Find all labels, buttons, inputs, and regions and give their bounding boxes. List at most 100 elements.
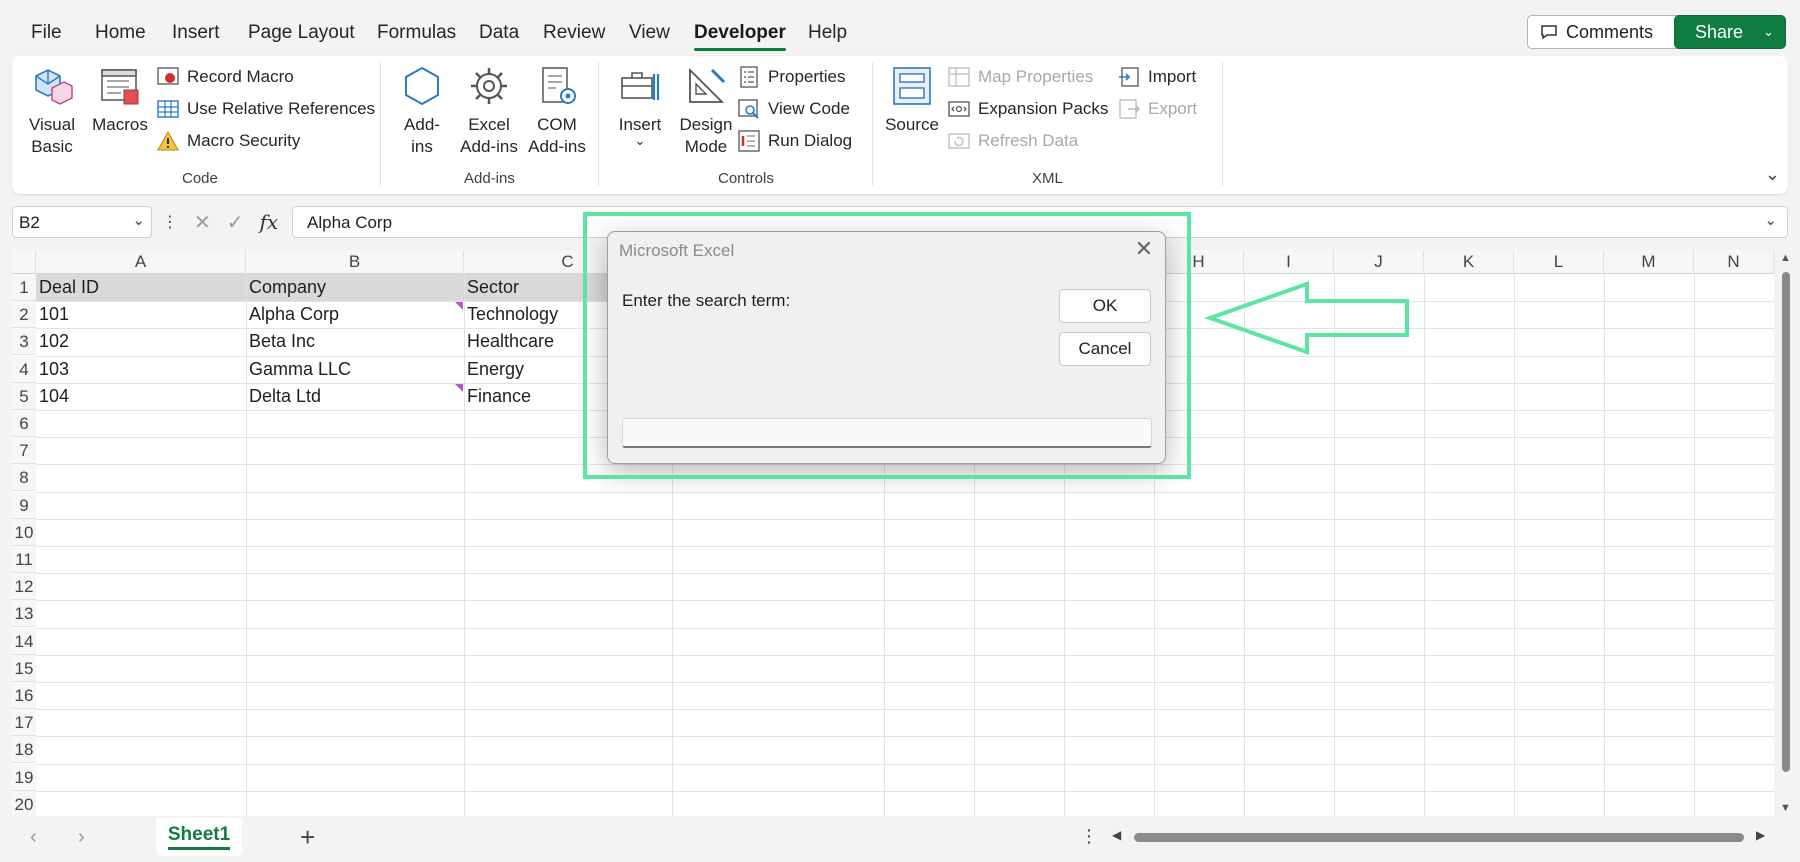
row-header-6[interactable]: 6 <box>12 410 36 437</box>
row-header-4[interactable]: 4 <box>12 355 36 383</box>
share-button[interactable]: Share ⌄ <box>1674 15 1786 49</box>
scroll-down-icon[interactable]: ▼ <box>1780 802 1791 814</box>
sheet-tab-sheet1[interactable]: Sheet1 <box>156 818 242 856</box>
run-dialog-button[interactable]: Run Dialog <box>738 130 852 152</box>
row-header-20[interactable]: 20 <box>12 790 36 816</box>
vertical-scroll-thumb[interactable] <box>1782 272 1790 772</box>
row-header-7[interactable]: 7 <box>12 437 36 465</box>
design-mode-button[interactable]: Design Mode <box>676 64 736 158</box>
more-options-icon[interactable]: ⋮ <box>1080 826 1098 847</box>
column-header-l[interactable]: L <box>1514 250 1604 274</box>
menu-file[interactable]: File <box>31 22 62 44</box>
visual-basic-button[interactable]: Visual Basic <box>26 64 78 158</box>
table-cell[interactable]: 103 <box>36 356 246 383</box>
menu-page-layout[interactable]: Page Layout <box>248 22 355 44</box>
row-header-2[interactable]: 2 <box>12 301 36 329</box>
menu-review[interactable]: Review <box>543 22 605 44</box>
confirm-formula-icon[interactable]: ✓ <box>227 210 244 235</box>
cancel-formula-icon[interactable]: ✕ <box>194 210 211 235</box>
comment-indicator-icon[interactable] <box>455 383 463 392</box>
horizontal-scroll-thumb[interactable] <box>1134 833 1744 842</box>
row-header-8[interactable]: 8 <box>12 464 36 492</box>
menu-view[interactable]: View <box>629 22 670 44</box>
scroll-left-icon[interactable]: ◀ <box>1112 828 1121 842</box>
prev-sheet-icon[interactable]: ‹ <box>30 826 37 849</box>
properties-button[interactable]: Properties <box>738 66 845 88</box>
header-cell[interactable]: Company <box>246 274 464 301</box>
column-header-h[interactable]: H <box>1154 250 1244 274</box>
row-header-16[interactable]: 16 <box>12 682 36 709</box>
insert-function-icon[interactable]: fx <box>260 210 279 234</box>
ribbon-collapse-icon[interactable]: ⌄ <box>1765 164 1780 185</box>
menu-insert[interactable]: Insert <box>172 22 220 44</box>
add-sheet-button[interactable]: + <box>300 822 315 853</box>
export-button[interactable]: Export <box>1118 98 1197 120</box>
row-header-18[interactable]: 18 <box>12 736 36 764</box>
row-header-19[interactable]: 19 <box>12 763 36 791</box>
cancel-button[interactable]: Cancel <box>1059 332 1151 366</box>
column-header-n[interactable]: N <box>1694 250 1774 274</box>
row-header-14[interactable]: 14 <box>12 627 36 655</box>
xml-source-button[interactable]: Source <box>884 64 940 136</box>
column-header-b[interactable]: B <box>246 250 464 274</box>
column-header-j[interactable]: J <box>1334 250 1424 274</box>
menu-home[interactable]: Home <box>95 22 146 44</box>
menu-data[interactable]: Data <box>479 22 519 44</box>
column-header-m[interactable]: M <box>1604 250 1694 274</box>
table-cell[interactable]: 104 <box>36 383 246 410</box>
comment-indicator-icon[interactable] <box>455 302 463 311</box>
import-button[interactable]: Import <box>1118 66 1196 88</box>
select-all-corner[interactable] <box>12 250 36 274</box>
row-header-12[interactable]: 12 <box>12 573 36 601</box>
next-sheet-icon[interactable]: › <box>78 826 85 849</box>
column-header-k[interactable]: K <box>1424 250 1514 274</box>
table-cell[interactable]: Gamma LLC <box>246 356 464 383</box>
row-header-17[interactable]: 17 <box>12 709 36 737</box>
excel-add-ins-button[interactable]: Excel Add-ins <box>456 64 522 158</box>
row-header-3[interactable]: 3 <box>12 328 36 356</box>
column-header-a[interactable]: A <box>36 250 246 274</box>
map-properties-button[interactable]: Map Properties <box>948 66 1093 88</box>
table-cell[interactable]: Delta Ltd <box>246 383 464 410</box>
row-header-5[interactable]: 5 <box>12 382 36 410</box>
chevron-down-icon[interactable]: ⌄ <box>132 211 145 229</box>
add-ins-button[interactable]: Add- ins <box>396 64 448 158</box>
table-cell[interactable]: 101 <box>36 301 246 328</box>
table-cell[interactable]: Alpha Corp <box>246 301 464 328</box>
scroll-up-icon[interactable]: ▲ <box>1780 252 1791 264</box>
view-code-button[interactable]: View Code <box>738 98 850 120</box>
table-cell[interactable]: Beta Inc <box>246 328 464 355</box>
column-header-i[interactable]: I <box>1244 250 1334 274</box>
more-options-icon[interactable]: ⋮ <box>162 212 178 232</box>
scroll-right-icon[interactable]: ▶ <box>1756 828 1765 842</box>
search-term-input[interactable] <box>622 418 1152 448</box>
row-header-13[interactable]: 13 <box>12 600 36 628</box>
menu-developer[interactable]: Developer <box>694 22 786 51</box>
use-relative-references-button[interactable]: Use Relative References <box>157 98 375 120</box>
ribbon: Visual Basic Macros Record Macro Use Rel… <box>12 56 1788 194</box>
macro-security-button[interactable]: Macro Security <box>157 130 300 152</box>
insert-control-button[interactable]: Insert ⌄ <box>614 64 666 147</box>
comments-button[interactable]: Comments <box>1527 15 1693 49</box>
row-header-10[interactable]: 10 <box>12 518 36 546</box>
row-header-11[interactable]: 11 <box>12 546 36 573</box>
row-header-15[interactable]: 15 <box>12 654 36 682</box>
row-header-1[interactable]: 1 <box>12 274 36 301</box>
vertical-scrollbar[interactable]: ▲ ▼ <box>1776 250 1796 816</box>
header-cell[interactable]: Deal ID <box>36 274 246 301</box>
refresh-data-button[interactable]: Refresh Data <box>948 130 1078 152</box>
com-add-ins-button[interactable]: COM Add-ins <box>524 64 590 158</box>
expansion-packs-button[interactable]: Expansion Packs <box>948 98 1108 120</box>
menu-formulas[interactable]: Formulas <box>377 22 456 44</box>
ok-button[interactable]: OK <box>1059 289 1151 323</box>
name-box[interactable]: B2 ⌄ <box>12 206 152 238</box>
add-ins-label-2: ins <box>411 137 433 156</box>
table-cell[interactable]: 102 <box>36 328 246 355</box>
macros-button[interactable]: Macros <box>88 64 152 136</box>
chevron-down-icon[interactable]: ⌄ <box>1763 24 1774 40</box>
row-header-9[interactable]: 9 <box>12 491 36 519</box>
menu-help[interactable]: Help <box>808 22 847 44</box>
record-macro-button[interactable]: Record Macro <box>157 66 294 88</box>
expand-formula-icon[interactable]: ⌄ <box>1764 211 1777 229</box>
close-icon[interactable]: ✕ <box>1135 236 1153 262</box>
